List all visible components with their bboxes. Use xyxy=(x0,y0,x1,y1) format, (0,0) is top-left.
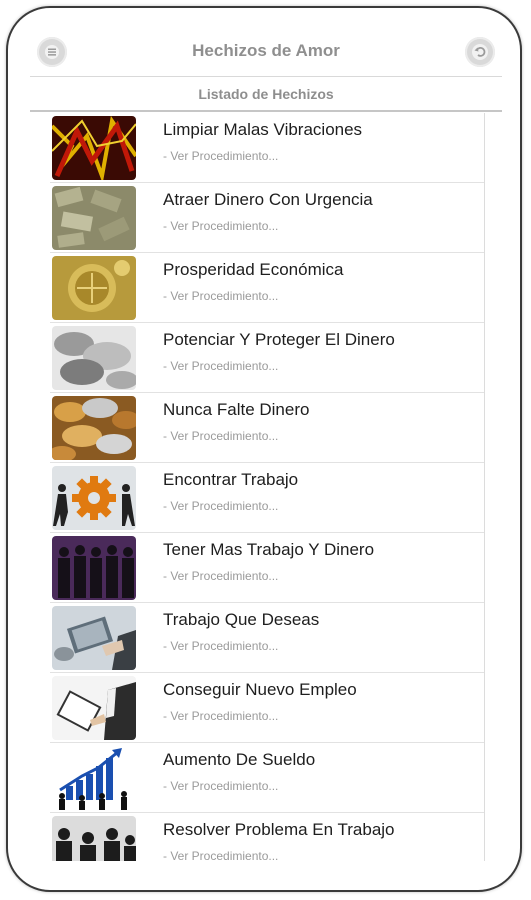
list-item-encontrar-trabajo[interactable]: Encontrar Trabajo - Ver Procedimiento... xyxy=(50,463,484,533)
thumbnail-image xyxy=(52,116,136,180)
list-item-trabajo-que-deseas[interactable]: Trabajo Que Deseas - Ver Procedimiento..… xyxy=(50,603,484,673)
item-subtitle: - Ver Procedimiento... xyxy=(163,849,279,861)
thumbnail-image xyxy=(52,466,136,530)
item-subtitle: - Ver Procedimiento... xyxy=(163,429,279,443)
item-title: Limpiar Malas Vibraciones xyxy=(163,120,363,139)
list-item-nunca-falte-dinero[interactable]: Nunca Falte Dinero - Ver Procedimiento..… xyxy=(50,393,484,463)
thumbnail-image xyxy=(52,536,136,600)
back-icon xyxy=(472,44,488,60)
spell-list[interactable]: Limpiar Malas Vibraciones - Ver Procedim… xyxy=(50,113,485,861)
item-subtitle: - Ver Procedimiento... xyxy=(163,639,279,653)
thumbnail-image xyxy=(52,186,136,250)
item-title: Resolver Problema En Trabajo xyxy=(163,820,395,839)
list-item-resolver-problema-en-trabajo[interactable]: Resolver Problema En Trabajo - Ver Proce… xyxy=(50,813,484,861)
item-title: Encontrar Trabajo xyxy=(163,470,299,489)
item-subtitle: - Ver Procedimiento... xyxy=(163,219,279,233)
item-subtitle: - Ver Procedimiento... xyxy=(163,359,279,373)
list-header-divider xyxy=(30,110,502,112)
item-subtitle: - Ver Procedimiento... xyxy=(163,779,279,793)
list-item-atraer-dinero-con-urgencia[interactable]: Atraer Dinero Con Urgencia - Ver Procedi… xyxy=(50,183,484,253)
item-title: Potenciar Y Proteger El Dinero xyxy=(163,330,395,349)
back-button[interactable] xyxy=(465,37,495,67)
header-divider xyxy=(30,76,502,77)
item-title: Nunca Falte Dinero xyxy=(163,400,310,419)
item-subtitle: - Ver Procedimiento... xyxy=(163,709,279,723)
item-title: Tener Mas Trabajo Y Dinero xyxy=(163,540,375,559)
item-subtitle: - Ver Procedimiento... xyxy=(163,149,279,163)
list-item-conseguir-nuevo-empleo[interactable]: Conseguir Nuevo Empleo - Ver Procedimien… xyxy=(50,673,484,743)
thumbnail-image xyxy=(52,676,136,740)
thumbnail-image xyxy=(52,326,136,390)
item-subtitle: - Ver Procedimiento... xyxy=(163,499,279,513)
list-item-potenciar-y-proteger-el-dinero[interactable]: Potenciar Y Proteger El Dinero - Ver Pro… xyxy=(50,323,484,393)
list-header: Listado de Hechizos xyxy=(198,86,334,102)
thumbnail-image xyxy=(52,256,136,320)
list-item-limpiar-malas-vibraciones[interactable]: Limpiar Malas Vibraciones - Ver Procedim… xyxy=(50,113,484,183)
list-item-tener-mas-trabajo-y-dinero[interactable]: Tener Mas Trabajo Y Dinero - Ver Procedi… xyxy=(50,533,484,603)
thumbnail-image xyxy=(52,396,136,460)
item-title: Aumento De Sueldo xyxy=(163,750,316,769)
thumbnail-image xyxy=(52,606,136,670)
thumbnail-image xyxy=(52,746,136,810)
item-subtitle: - Ver Procedimiento... xyxy=(163,569,279,583)
item-title: Trabajo Que Deseas xyxy=(163,610,320,629)
app-header: Hechizos de Amor xyxy=(30,28,502,76)
list-item-aumento-de-sueldo[interactable]: Aumento De Sueldo - Ver Procedimiento... xyxy=(50,743,484,813)
list-item-prosperidad-economica[interactable]: Prosperidad Económica - Ver Procedimient… xyxy=(50,253,484,323)
item-title: Conseguir Nuevo Empleo xyxy=(163,680,357,699)
item-title: Prosperidad Económica xyxy=(163,260,344,279)
item-subtitle: - Ver Procedimiento... xyxy=(163,289,279,303)
item-title: Atraer Dinero Con Urgencia xyxy=(163,190,373,209)
page-title: Hechizos de Amor xyxy=(192,41,340,60)
thumbnail-image xyxy=(52,816,136,861)
